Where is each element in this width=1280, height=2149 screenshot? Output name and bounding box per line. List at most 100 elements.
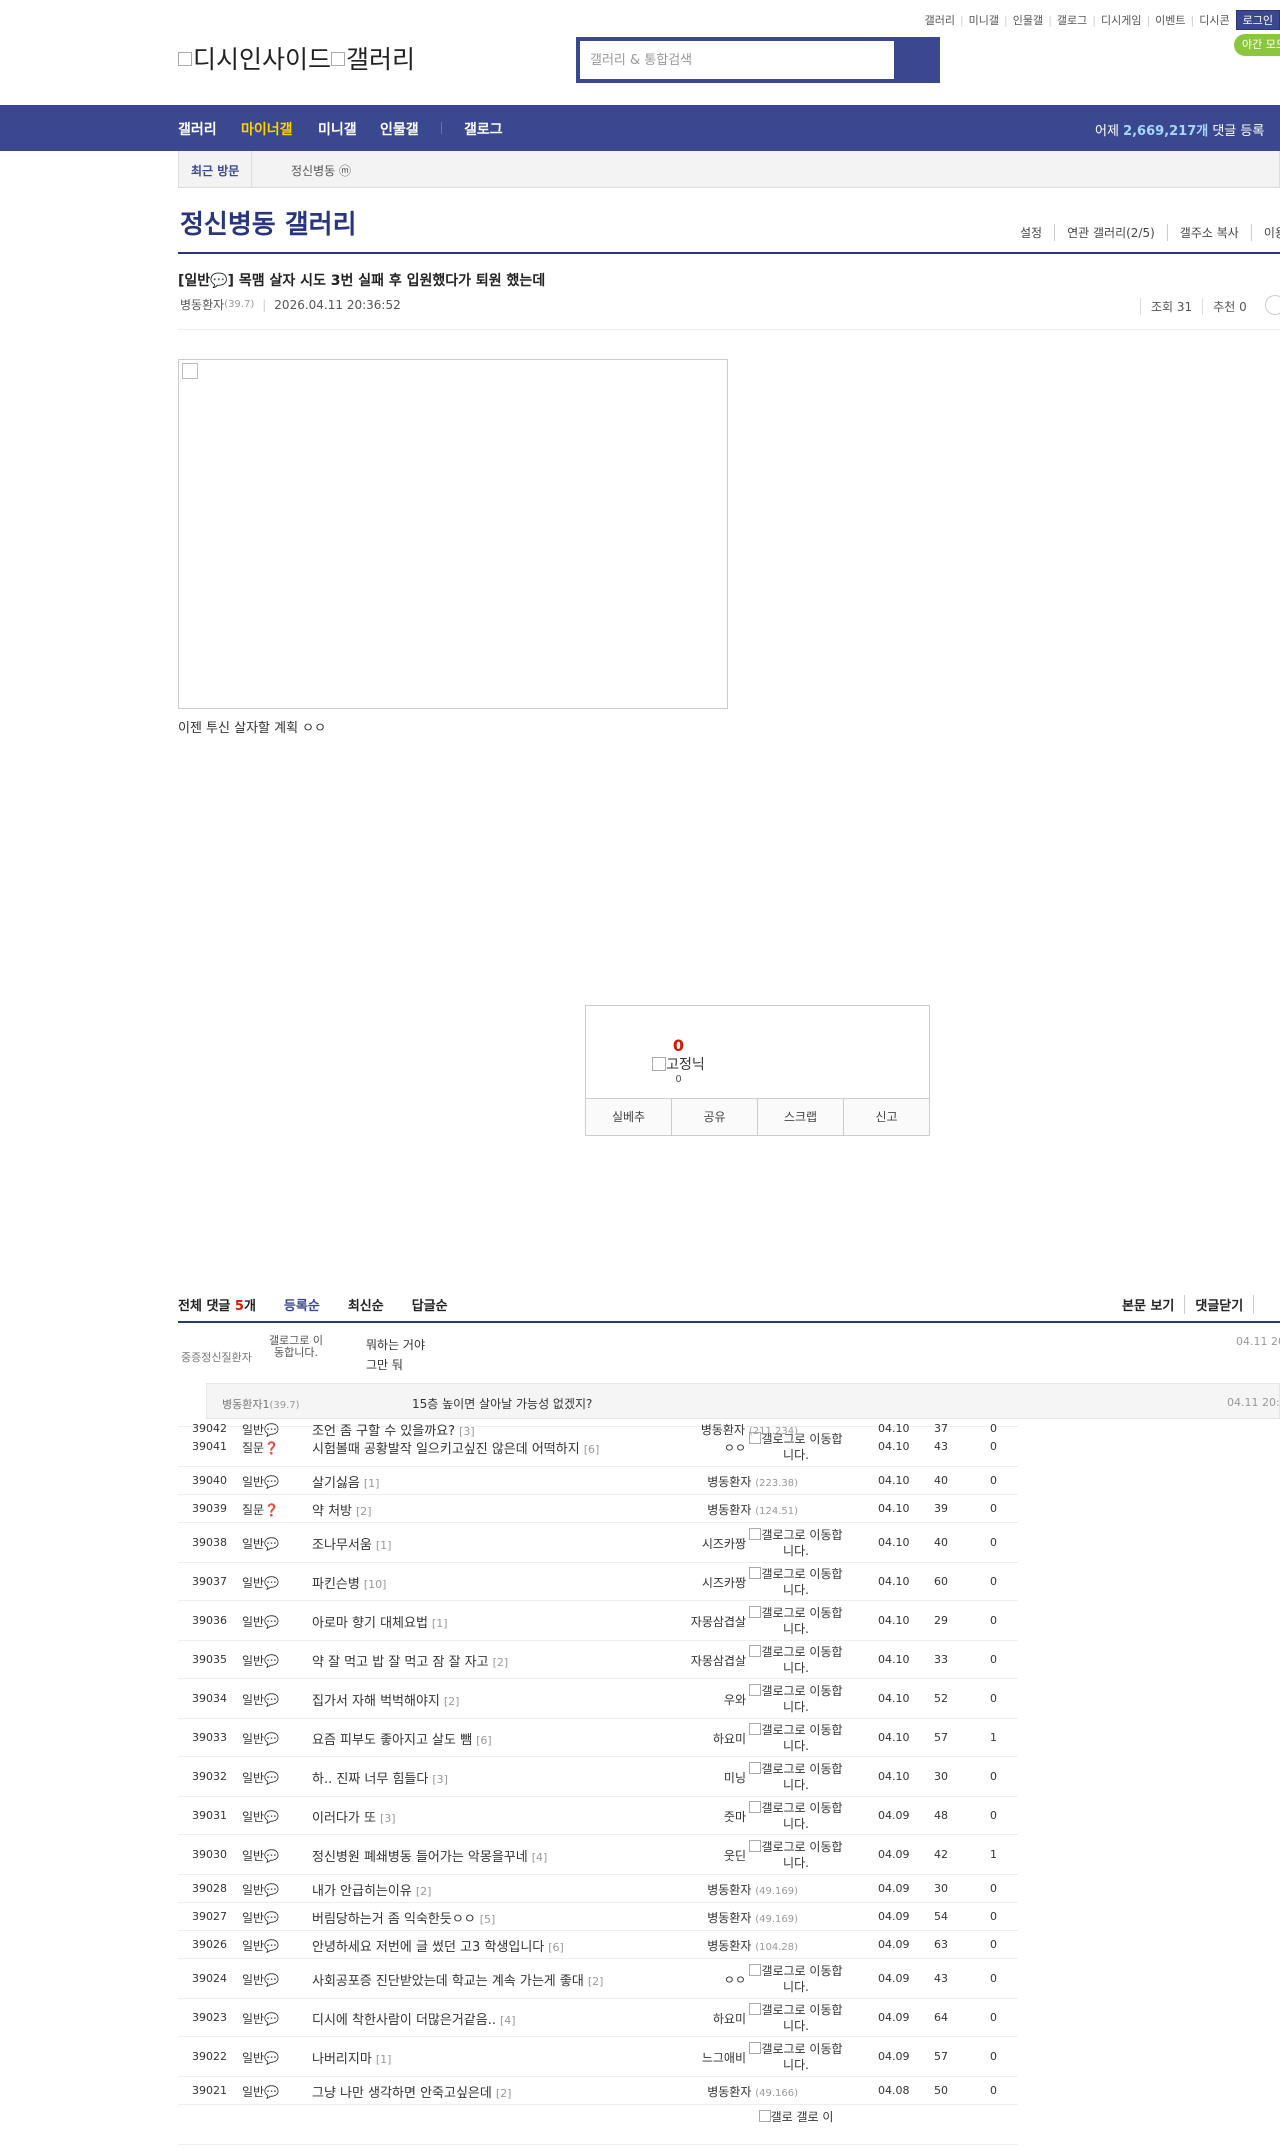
reply-count[interactable]: [2] <box>496 2087 512 2100</box>
util-link[interactable]: 갤로그 <box>1057 12 1087 28</box>
search-button[interactable] <box>894 41 936 79</box>
post-author[interactable]: 병동환자 <box>180 296 224 313</box>
gnb-mini-gallery[interactable]: 미니갤 <box>318 119 357 139</box>
post-writer[interactable]: 병동환자 (49.169) <box>707 1881 798 1898</box>
post-writer[interactable]: 병동환자 (49.169) <box>707 1909 798 1926</box>
post-writer[interactable]: 우와 <box>724 1691 746 1708</box>
table-row[interactable]: 39021 일반💬 그냥 나만 생각하면 안죽고싶은데 [2] 병동환자 (49.166… <box>178 2077 1018 2105</box>
gallery-title[interactable]: 정신병동 갤러리 <box>180 204 357 241</box>
post-title-text[interactable]: 아로마 향기 대체요법 <box>312 1616 428 1631</box>
gallog-image[interactable]: 갤로그로 이동합니다. <box>748 2041 844 2073</box>
reply-count[interactable]: [3] <box>380 1812 396 1825</box>
view-post-button[interactable]: 본문 보기 <box>1122 1295 1184 1314</box>
reply-count[interactable]: [1] <box>376 1539 392 1552</box>
util-link[interactable]: 미니갤 <box>969 12 999 28</box>
gnb-person-gallery[interactable]: 인물갤 <box>380 119 419 139</box>
post-title-text[interactable]: 요즘 피부도 좋아지고 살도 뺌 <box>312 1733 472 1748</box>
post-title-text[interactable]: 약 잘 먹고 밥 잘 먹고 잠 잘 자고 <box>312 1655 489 1670</box>
gallog-image[interactable]: 갤로그로 이동합니다. <box>748 2002 844 2034</box>
reply-count[interactable]: [5] <box>480 1913 496 1926</box>
post-title-link[interactable]: 약 잘 먹고 밥 잘 먹고 잠 잘 자고 [2] <box>312 1651 508 1670</box>
post-writer-name[interactable]: 병동환자 <box>707 1883 751 1897</box>
table-row[interactable]: 39037 일반💬 파킨슨병 [10] 시즈카짱 갤로그로 이동합니다. 04.10 60 0 <box>178 1563 1018 1601</box>
post-title-text[interactable]: 이러다가 또 <box>312 1811 376 1826</box>
post-title-link[interactable]: 버림당하는거 좀 익숙한듯ㅇㅇ [5] <box>312 1908 495 1927</box>
post-title-text[interactable]: 하.. 진짜 너무 힘들다 <box>312 1772 428 1787</box>
fixed-nick-recommend[interactable]: 고정닉 <box>586 1054 771 1074</box>
gallog-image[interactable]: 갤로그로 이동합니다. <box>265 1335 327 1359</box>
post-writer[interactable]: 병동환자 (49.166) <box>707 2083 798 2100</box>
close-comments-button[interactable]: 댓글닫기 <box>1184 1295 1253 1314</box>
post-writer[interactable]: 자몽삼겹살 <box>691 1652 746 1669</box>
gallog-image[interactable]: 갤로 갤로 이 <box>748 2109 844 2125</box>
site-logo[interactable]: 디시인사이드 갤러리 <box>178 40 415 76</box>
post-writer-name[interactable]: 병동환자 <box>707 1475 751 1489</box>
post-title-link[interactable]: 시험볼때 공황발작 일으키고싶진 않은데 어떡하지 [6] <box>312 1438 599 1457</box>
util-link[interactable]: 디시콘 <box>1199 12 1229 28</box>
table-row[interactable]: 39042 일반💬 조언 좀 구할 수 있을까요? [3] 병동환자 (211.234)… <box>178 1419 1018 1439</box>
gallog-image[interactable]: 갤로그로 이동합니다. <box>748 1761 844 1793</box>
post-title-link[interactable]: 디시에 착한사람이 더많은거같음.. [4] <box>312 2009 516 2028</box>
reply-count[interactable]: [2] <box>588 1975 604 1988</box>
post-writer[interactable]: 자몽삼겹살 <box>691 1613 746 1630</box>
post-title-text[interactable]: 나버리지마 <box>312 2052 372 2067</box>
gallog-image[interactable]: 갤로그로 이동합니다. <box>748 1683 844 1715</box>
reply-count[interactable]: [4] <box>532 1851 548 1864</box>
reply-count[interactable]: [2] <box>416 1885 432 1898</box>
post-title-link[interactable]: 요즘 피부도 좋아지고 살도 뺌 [6] <box>312 1729 492 1748</box>
post-writer[interactable]: 병동환자 (223.38) <box>707 1473 798 1490</box>
comment-nick[interactable]: 병동환자1(39.7) <box>222 1396 300 1412</box>
post-title-link[interactable] <box>312 2116 316 2131</box>
login-button[interactable]: 로그인 <box>1235 10 1280 30</box>
post-writer[interactable]: 느그애비 <box>702 2049 746 2066</box>
sort-by-latest-tab[interactable]: 최신순 <box>348 1295 384 1314</box>
reply-count[interactable]: [2] <box>493 1656 509 1669</box>
gnb-gallery[interactable]: 갤러리 <box>178 119 217 139</box>
post-writer-name[interactable]: 병동환자 <box>707 1939 751 1953</box>
post-title-text[interactable]: 안녕하세요 저번에 글 썼던 고3 학생입니다 <box>312 1940 544 1955</box>
gallog-image[interactable]: 갤로그로 이동합니다. <box>748 1839 844 1871</box>
report-button[interactable]: 신고 <box>843 1099 929 1135</box>
copy-address-link[interactable]: 갤주소 복사 <box>1166 224 1251 241</box>
usage-link[interactable]: 이용 <box>1250 224 1280 241</box>
reply-count[interactable]: [6] <box>548 1941 564 1954</box>
table-row[interactable]: 39026 일반💬 안녕하세요 저번에 글 썼던 고3 학생입니다 [6] 병동환자 (… <box>178 1931 1018 1959</box>
gnb-gallog[interactable]: 갤로그 <box>464 119 503 139</box>
post-title-text[interactable]: 조나무서움 <box>312 1538 372 1553</box>
reply-count[interactable]: [6] <box>584 1443 600 1456</box>
post-title-link[interactable]: 하.. 진짜 너무 힘들다 [3] <box>312 1768 448 1787</box>
reply-count[interactable]: [1] <box>432 1617 448 1630</box>
refresh-comments-button[interactable] <box>1253 1295 1274 1314</box>
post-writer[interactable]: ㅇㅇ <box>724 1439 746 1456</box>
post-title-text[interactable]: 버림당하는거 좀 익숙한듯ㅇㅇ <box>312 1912 476 1927</box>
post-title-link[interactable]: 아로마 향기 대체요법 [1] <box>312 1612 448 1631</box>
reply-count[interactable]: [3] <box>432 1773 448 1786</box>
night-mode-toggle[interactable]: 야간 모드 <box>1234 34 1280 56</box>
table-row[interactable]: 39028 일반💬 내가 안급히는이유 [2] 병동환자 (49.169) 04.09 30… <box>178 1875 1018 1903</box>
gallog-image[interactable]: 갤로그로 이동합니다. <box>748 1431 844 1463</box>
post-title-text[interactable]: 파킨슨병 <box>312 1577 360 1592</box>
gallog-image[interactable]: 갤로그로 이동합니다. <box>748 1644 844 1676</box>
post-title-text[interactable]: 집가서 자해 벅벅해야지 <box>312 1694 440 1709</box>
post-writer[interactable]: 웃딘 <box>724 1847 746 1864</box>
post-title-text[interactable]: 살기싫음 <box>312 1476 360 1491</box>
reply-count[interactable]: [4] <box>500 2014 516 2027</box>
post-title-text[interactable]: 약 처방 <box>312 1504 352 1519</box>
reply-count[interactable]: [1] <box>376 2053 392 2066</box>
post-title-link[interactable]: 나버리지마 [1] <box>312 2048 391 2067</box>
table-row[interactable]: 39030 일반💬 정신병원 폐쇄병동 들어가는 악몽을꾸네 [4] 웃딘 갤로그로 이동… <box>178 1835 1018 1875</box>
reply-count[interactable]: [1] <box>364 1477 380 1490</box>
post-writer[interactable]: 병동환자 (104.28) <box>707 1937 798 1954</box>
post-title-link[interactable]: 파킨슨병 [10] <box>312 1573 386 1592</box>
table-row[interactable]: 39032 일반💬 하.. 진짜 너무 힘들다 [3] 미닝 갤로그로 이동합니다. 04.… <box>178 1757 1018 1797</box>
post-title-link[interactable]: 안녕하세요 저번에 글 썼던 고3 학생입니다 [6] <box>312 1936 564 1955</box>
table-row[interactable]: 39036 일반💬 아로마 향기 대체요법 [1] 자몽삼겹살 갤로그로 이동합니다. 04… <box>178 1601 1018 1641</box>
related-gallery-link[interactable]: 연관 갤러리(2/5) <box>1054 224 1167 241</box>
post-title-link[interactable]: 그냥 나만 생각하면 안죽고싶은데 [2] <box>312 2082 511 2101</box>
sort-by-reply-tab[interactable]: 답글순 <box>412 1295 448 1314</box>
more-icon[interactable] <box>1264 295 1280 315</box>
comment-nick[interactable]: 중증정신질환자 <box>181 1349 252 1365</box>
post-title-link[interactable]: 이러다가 또 [3] <box>312 1807 396 1826</box>
post-title-text[interactable]: 내가 안급히는이유 <box>312 1884 412 1899</box>
post-writer-name[interactable]: 병동환자 <box>707 1503 751 1517</box>
